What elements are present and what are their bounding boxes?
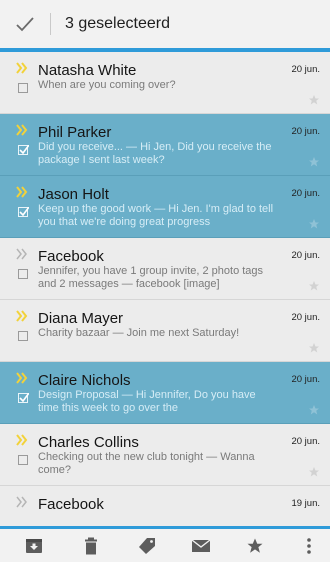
check-icon	[16, 17, 34, 32]
message-row[interactable]: Diana Mayer Charity bazaar — Join me nex…	[0, 300, 330, 362]
marker-icon	[16, 496, 27, 508]
star-icon[interactable]	[308, 280, 320, 292]
checkbox-check-icon	[19, 207, 29, 217]
star-icon[interactable]	[308, 342, 320, 354]
message-sender: Natasha White	[38, 62, 137, 79]
message-snippet: Keep up the good work — Hi Jen. I'm glad…	[38, 203, 274, 228]
message-row[interactable]: Natasha White When are you coming over? …	[0, 52, 330, 114]
checkbox-check-icon	[19, 145, 29, 155]
important-marker-icon	[16, 434, 28, 446]
message-sender: Charles Collins	[38, 434, 139, 451]
message-row[interactable]: Charles Collins Checking out the new clu…	[0, 424, 330, 486]
star-icon[interactable]	[308, 466, 320, 478]
message-sender: Facebook	[38, 496, 104, 513]
message-sender: Facebook	[38, 248, 104, 265]
message-row[interactable]: Claire Nichols Design Proposal — Hi Jenn…	[0, 362, 330, 424]
message-checkbox[interactable]	[18, 83, 28, 93]
message-checkbox[interactable]	[18, 393, 29, 403]
message-list: Natasha White When are you coming over? …	[0, 52, 330, 526]
bottom-action-bar	[0, 529, 330, 562]
message-row[interactable]: Facebook Jennifer, you have 1 group invi…	[0, 238, 330, 300]
message-snippet: Checking out the new club tonight — Wann…	[38, 451, 255, 476]
label-icon	[139, 537, 155, 554]
important-marker-icon	[16, 124, 28, 136]
mark-unread-icon	[191, 538, 211, 552]
message-sender: Claire Nichols	[38, 372, 131, 389]
message-row[interactable]: Jason Holt Keep up the good work — Hi Je…	[0, 176, 330, 238]
message-checkbox[interactable]	[18, 269, 28, 279]
message-snippet: Design Proposal — Hi Jennifer, Do you ha…	[38, 389, 256, 414]
action-bar: 3 geselecteerd	[0, 0, 330, 48]
star-icon[interactable]	[308, 218, 320, 230]
trash-icon	[85, 537, 97, 554]
message-checkbox[interactable]	[18, 207, 29, 217]
message-snippet: When are you coming over?	[38, 79, 176, 91]
checkbox-check-icon	[19, 393, 29, 403]
star-icon	[247, 538, 263, 553]
archive-button[interactable]	[19, 529, 49, 562]
message-checkbox[interactable]	[18, 455, 28, 465]
message-snippet: Did you receive... — Hi Jen, Did you rec…	[38, 141, 272, 166]
message-sender: Diana Mayer	[38, 310, 124, 327]
message-date: 20 jun.	[291, 374, 320, 385]
message-date: 20 jun.	[291, 64, 320, 75]
message-date: 20 jun.	[291, 250, 320, 261]
message-date: 20 jun.	[291, 188, 320, 199]
mark-unread-button[interactable]	[186, 529, 216, 562]
selection-count: 3 geselecteerd	[65, 15, 170, 32]
star-icon[interactable]	[308, 404, 320, 416]
message-snippet: Jennifer, you have 1 group invite, 2 pho…	[38, 265, 264, 290]
overflow-menu-icon	[307, 537, 311, 554]
label-button[interactable]	[132, 529, 162, 562]
star-button[interactable]	[240, 529, 270, 562]
message-row[interactable]: Facebook 19 jun.	[0, 486, 330, 526]
message-sender: Jason Holt	[38, 186, 109, 203]
message-date: 20 jun.	[291, 436, 320, 447]
archive-icon	[26, 538, 42, 553]
important-marker-icon	[16, 186, 28, 198]
important-marker-icon	[16, 62, 28, 74]
important-marker-icon	[16, 310, 28, 322]
important-marker-icon	[16, 372, 28, 384]
message-date: 20 jun.	[291, 312, 320, 323]
star-icon[interactable]	[308, 156, 320, 168]
message-checkbox[interactable]	[18, 331, 28, 341]
message-date: 20 jun.	[291, 126, 320, 137]
message-checkbox[interactable]	[18, 145, 29, 155]
delete-button[interactable]	[76, 529, 106, 562]
star-icon[interactable]	[308, 94, 320, 106]
marker-icon	[16, 248, 27, 260]
message-snippet: Charity bazaar — Join me next Saturday!	[38, 327, 240, 339]
message-date: 19 jun.	[291, 498, 320, 509]
action-bar-divider	[50, 13, 51, 35]
overflow-menu-button[interactable]	[294, 529, 324, 562]
message-row[interactable]: Phil Parker Did you receive... — Hi Jen,…	[0, 114, 330, 176]
done-button[interactable]	[0, 0, 50, 48]
message-sender: Phil Parker	[38, 124, 112, 141]
